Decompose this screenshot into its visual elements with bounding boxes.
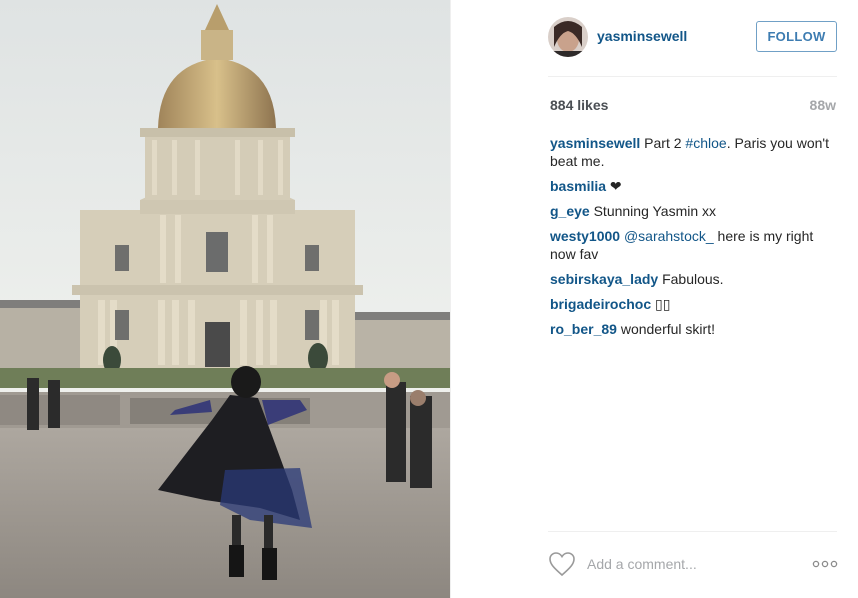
avatar[interactable] xyxy=(548,17,588,57)
list-item: g_eye Stunning Yasmin xx xyxy=(550,202,840,220)
post-details-panel: yasminsewell FOLLOW 884 likes 88w yasmin… xyxy=(450,0,858,598)
list-item: basmilia ❤ xyxy=(550,177,840,195)
post-author-username[interactable]: yasminsewell xyxy=(597,28,687,44)
heart-outline-icon xyxy=(549,552,575,577)
comment-text: ❤ xyxy=(606,178,622,194)
comment-text: Stunning Yasmin xx xyxy=(589,203,717,219)
caption: yasminsewell Part 2 #chloe. Paris you wo… xyxy=(550,134,840,170)
photo-illustration xyxy=(0,0,450,598)
comment-username[interactable]: yasminsewell xyxy=(550,135,640,151)
divider xyxy=(548,531,837,532)
comment-text: Fabulous. xyxy=(658,271,724,287)
comment-text: wonderful skirt! xyxy=(616,321,715,337)
caption-text: Part 2 xyxy=(640,135,686,151)
list-item: brigadeirochoc ▯▯ xyxy=(550,295,840,313)
comment-username[interactable]: basmilia xyxy=(550,178,606,194)
list-item: westy1000 @sarahstock_ here is my right … xyxy=(550,227,840,263)
comment-text: ▯▯ xyxy=(651,296,671,312)
post-header: yasminsewell FOLLOW xyxy=(451,0,858,76)
post-photo[interactable] xyxy=(0,0,450,598)
comment-username[interactable]: ro_ber_89 xyxy=(550,321,617,337)
more-options-button[interactable] xyxy=(811,557,839,571)
likes-count[interactable]: 884 likes xyxy=(550,97,608,113)
comment-username[interactable]: g_eye xyxy=(550,203,590,219)
follow-button[interactable]: FOLLOW xyxy=(756,21,837,52)
list-item: sebirskaya_lady Fabulous. xyxy=(550,270,840,288)
comment-username[interactable]: sebirskaya_lady xyxy=(550,271,658,287)
ellipsis-icon xyxy=(812,560,838,568)
avatar-image xyxy=(548,17,588,57)
list-item: ro_ber_89 wonderful skirt! xyxy=(550,320,840,338)
mention-link[interactable]: @sarahstock_ xyxy=(620,228,714,244)
divider xyxy=(548,76,837,77)
comment-username[interactable]: westy1000 xyxy=(550,228,620,244)
comment-input[interactable] xyxy=(587,551,807,577)
hashtag-link[interactable]: #chloe xyxy=(685,135,726,151)
post-age[interactable]: 88w xyxy=(810,97,836,113)
comment-username[interactable]: brigadeirochoc xyxy=(550,296,651,312)
comments-list: yasminsewell Part 2 #chloe. Paris you wo… xyxy=(550,134,840,345)
like-button[interactable] xyxy=(548,551,576,577)
